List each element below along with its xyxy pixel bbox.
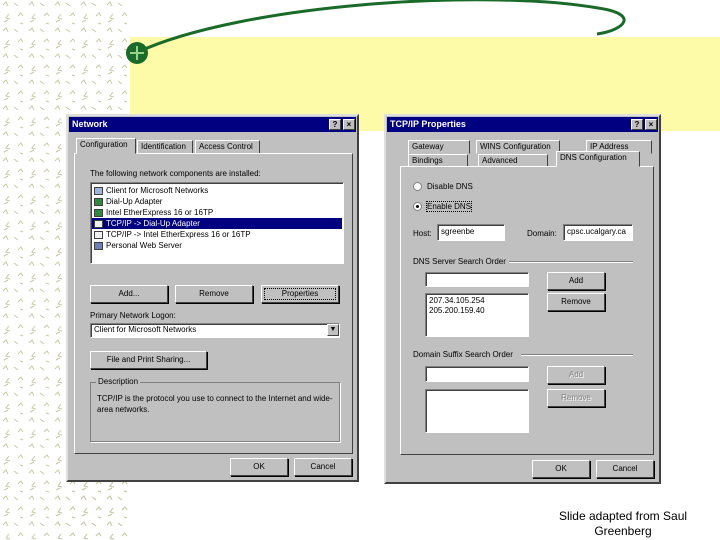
file-print-sharing-button[interactable]: File and Print Sharing... <box>90 351 207 369</box>
client-icon <box>94 186 103 195</box>
tab-dns-configuration[interactable]: DNS Configuration <box>556 151 640 167</box>
list-item[interactable]: Client for Microsoft Networks <box>92 185 342 196</box>
tcpip-cancel-button[interactable]: Cancel <box>596 460 654 478</box>
configuration-panel: The following network components are ins… <box>74 153 353 454</box>
caption-line-2: Greenberg <box>594 524 652 538</box>
protocol-icon <box>94 230 103 239</box>
tab-wins-configuration[interactable]: WINS Configuration <box>476 140 560 154</box>
components-list[interactable]: Client for Microsoft Networks Dial-Up Ad… <box>90 182 344 264</box>
tab-identification[interactable]: Identification <box>137 140 193 154</box>
suffix-remove-button[interactable]: Remove <box>547 389 605 407</box>
chevron-down-icon[interactable]: ▼ <box>327 324 339 336</box>
dns-server-list[interactable]: 207.34.105.254 205.200.159.40 <box>425 293 529 337</box>
host-label: Host: <box>413 229 432 238</box>
tab-configuration[interactable]: Configuration <box>76 138 136 154</box>
list-item[interactable]: Intel EtherExpress 16 or 16TP <box>92 207 342 218</box>
suffix-list[interactable] <box>425 389 529 433</box>
suffix-input[interactable] <box>425 366 529 382</box>
network-ok-button[interactable]: OK <box>230 458 288 476</box>
description-title: Description <box>96 377 141 386</box>
dns-order-label: DNS Server Search Order <box>413 257 506 266</box>
logon-label: Primary Network Logon: <box>90 311 176 320</box>
adapter-icon <box>94 208 103 217</box>
enable-dns-label: Enable DNS <box>425 201 473 212</box>
slide-caption: Slide adapted from Saul Greenberg <box>528 509 718 539</box>
remove-button[interactable]: Remove <box>175 285 253 303</box>
close-button[interactable]: × <box>343 119 355 130</box>
tcpip-title: TCP/IP Properties <box>390 119 466 129</box>
service-icon <box>94 241 103 250</box>
properties-button[interactable]: Properties <box>261 285 339 303</box>
list-item[interactable]: Dial-Up Adapter <box>92 196 342 207</box>
network-titlebar: Network ? × <box>69 117 356 132</box>
dns-order-divider <box>509 261 633 263</box>
logon-value: Client for Microsoft Networks <box>94 325 197 334</box>
dns-remove-button[interactable]: Remove <box>547 293 605 311</box>
tab-gateway[interactable]: Gateway <box>408 140 470 154</box>
description-text: TCP/IP is the protocol you use to connec… <box>97 394 333 414</box>
description-group: Description TCP/IP is the protocol you u… <box>90 377 340 442</box>
list-item[interactable]: Personal Web Server <box>92 240 342 251</box>
disable-dns-label: Disable DNS <box>427 182 473 191</box>
disable-dns-radio[interactable] <box>413 182 422 191</box>
caption-line-1: Slide adapted from Saul <box>558 509 688 523</box>
components-label: The following network components are ins… <box>90 169 261 178</box>
network-title: Network <box>72 119 108 129</box>
suffix-add-button[interactable]: Add <box>547 366 605 384</box>
enable-dns-radio[interactable] <box>413 202 422 211</box>
list-item[interactable]: 207.34.105.254 <box>429 296 525 306</box>
suffix-order-divider <box>521 354 633 356</box>
tcpip-titlebar: TCP/IP Properties ? × <box>387 117 658 132</box>
dns-add-button[interactable]: Add <box>547 272 605 290</box>
domain-label: Domain: <box>527 229 557 238</box>
tcpip-ok-button[interactable]: OK <box>532 460 590 478</box>
dns-panel: Disable DNS Enable DNS Host: sgreenbe Do… <box>400 166 654 455</box>
tab-access-control[interactable]: Access Control <box>195 140 260 154</box>
suffix-order-label: Domain Suffix Search Order <box>413 350 513 359</box>
dns-server-input[interactable] <box>425 272 529 287</box>
list-item[interactable]: 205.200.159.40 <box>429 306 525 316</box>
network-dialog: Network ? × Configuration Identification… <box>66 114 359 482</box>
logon-select[interactable]: Client for Microsoft Networks ▼ <box>90 323 340 338</box>
add-button[interactable]: Add... <box>90 285 168 303</box>
list-item-selected[interactable]: TCP/IP -> Dial-Up Adapter <box>92 218 342 229</box>
help-button[interactable]: ? <box>631 119 643 130</box>
close-button[interactable]: × <box>645 119 657 130</box>
list-item[interactable]: TCP/IP -> Intel EtherExpress 16 or 16TP <box>92 229 342 240</box>
adapter-icon <box>94 197 103 206</box>
host-field[interactable]: sgreenbe <box>437 224 505 241</box>
protocol-icon <box>94 219 103 228</box>
network-cancel-button[interactable]: Cancel <box>294 458 352 476</box>
help-button[interactable]: ? <box>329 119 341 130</box>
tcpip-dialog: TCP/IP Properties ? × Gateway WINS Confi… <box>384 114 661 484</box>
domain-field[interactable]: cpsc.ucalgary.ca <box>563 224 633 241</box>
